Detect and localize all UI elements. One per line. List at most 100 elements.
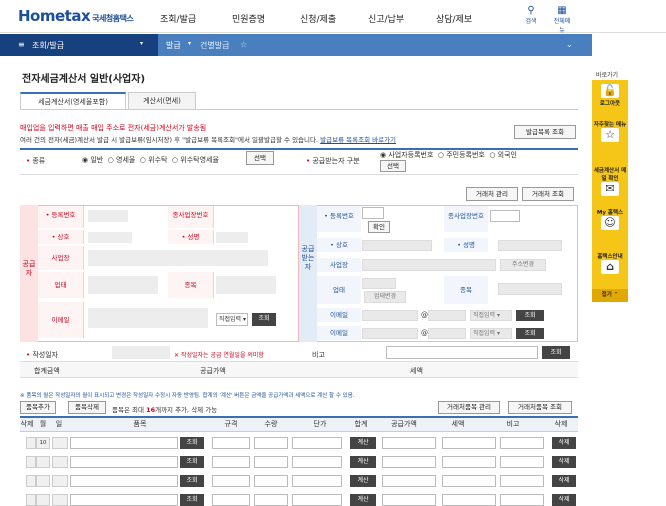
hometax-guide-button[interactable]: 홈택스안내 ⌂ <box>592 252 628 275</box>
row-spec-input[interactable] <box>212 475 250 487</box>
receiver-email1-lookup-button[interactable]: 조회 <box>516 310 544 321</box>
menu-apply-submit[interactable]: 신청/제출 <box>300 12 336 25</box>
receiver-address-input[interactable] <box>362 259 496 271</box>
receiver-email1-select[interactable]: 직접입력 ▾ <box>470 310 512 321</box>
menu-civil-certificate[interactable]: 민원증명 <box>232 12 265 25</box>
tab-invoice-exempt[interactable]: 계산서(면세) <box>128 92 196 110</box>
row-tax-input[interactable] <box>442 456 496 468</box>
row-memo-input[interactable] <box>500 475 544 487</box>
row-month[interactable] <box>36 494 50 506</box>
row-calc-button[interactable]: 계산 <box>350 437 376 449</box>
row-lookup-button[interactable]: 조회 <box>180 475 204 487</box>
receiver-ceo-input[interactable] <box>498 240 562 251</box>
partner-manage-button[interactable]: 거래처 관리 <box>466 187 518 201</box>
hometax-logo[interactable]: Hometax 국세청홈택스 <box>18 7 134 25</box>
receiver-type-change-button[interactable]: 업태변경 <box>364 291 406 303</box>
receiver-branch-input[interactable] <box>490 210 520 222</box>
row-qty-input[interactable] <box>254 494 288 506</box>
receiver-email2-domain[interactable] <box>428 328 466 339</box>
row-tax-input[interactable] <box>442 475 496 487</box>
row-month[interactable] <box>36 475 50 487</box>
kind-options[interactable]: ◉ 일반 ○ 영세율 ○ 위수탁 ○ 위수탁영세율 <box>82 155 219 165</box>
row-check[interactable] <box>26 475 36 487</box>
chevron-down-icon[interactable]: ▾ <box>140 40 143 47</box>
row-item-input[interactable] <box>70 494 178 506</box>
row-delete-button[interactable]: 삭제 <box>552 437 576 449</box>
row-check[interactable] <box>26 456 36 468</box>
tab-tax-invoice[interactable]: 세금계산서(영세율포함) <box>20 92 126 110</box>
row-lookup-button[interactable]: 조회 <box>180 494 204 506</box>
memo-lookup-button[interactable]: 조회 <box>542 346 570 359</box>
row-calc-button[interactable]: 계산 <box>350 456 376 468</box>
menu-consult-report[interactable]: 상담/제보 <box>436 12 472 25</box>
collapse-icon[interactable]: ⌄ <box>566 40 573 49</box>
chevron-down-icon[interactable]: ▾ <box>188 40 191 47</box>
row-spec-input[interactable] <box>212 456 250 468</box>
row-delete-button[interactable]: 삭제 <box>552 456 576 468</box>
receiver-email2-id[interactable] <box>362 328 418 339</box>
receiver-type-input[interactable] <box>362 278 396 289</box>
receiver-name-input[interactable] <box>362 240 432 251</box>
row-day[interactable] <box>52 437 68 449</box>
row-lookup-button[interactable]: 조회 <box>180 456 204 468</box>
row-item-input[interactable] <box>70 456 178 468</box>
row-qty-input[interactable] <box>254 437 288 449</box>
row-memo-input[interactable] <box>500 437 544 449</box>
my-hometax-button[interactable]: My 홈택스 ☺ <box>592 208 628 231</box>
favorite-menu-button[interactable]: 자주찾는 메뉴 ☆ <box>592 120 628 143</box>
row-month[interactable] <box>36 456 50 468</box>
receiver-item-input[interactable] <box>498 283 562 295</box>
receiver-select-button[interactable]: 선택 <box>380 160 406 172</box>
row-lookup-button[interactable]: 조회 <box>180 437 204 449</box>
supplier-email-lookup-button[interactable]: 조회 <box>252 313 276 326</box>
row-supply-input[interactable] <box>382 475 436 487</box>
row-calc-button[interactable]: 계산 <box>350 494 376 506</box>
row-month[interactable]: 10 <box>36 437 50 449</box>
row-tax-input[interactable] <box>442 437 496 449</box>
row-price-input[interactable] <box>292 494 342 506</box>
memo-input[interactable] <box>386 346 538 359</box>
row-supply-input[interactable] <box>382 494 436 506</box>
receiver-email2-lookup-button[interactable]: 조회 <box>516 328 544 339</box>
menu-lookup-issue[interactable]: 조회/발급 <box>160 12 196 25</box>
row-memo-input[interactable] <box>500 456 544 468</box>
kind-select-button[interactable]: 선택 <box>246 151 274 165</box>
row-item-input[interactable] <box>70 437 178 449</box>
row-spec-input[interactable] <box>212 437 250 449</box>
row-day[interactable] <box>52 494 68 506</box>
receiver-type-options[interactable]: ◉ 사업자등록번호 ○ 주민등록번호 ○ 외국인 <box>380 150 517 160</box>
sidebar-close-button[interactable]: 접기 ⌃ <box>592 289 628 302</box>
logout-button[interactable]: 🔓 로그아웃 <box>592 84 628 107</box>
receiver-address-change-button[interactable]: 주소변경 <box>500 259 546 271</box>
add-item-button[interactable]: 품목추가 <box>20 401 56 414</box>
row-price-input[interactable] <box>292 475 342 487</box>
hold-list-link[interactable]: 발급보류 목록조회 바로가기 <box>320 136 396 144</box>
row-day[interactable] <box>52 456 68 468</box>
partner-item-lookup-button[interactable]: 거래처품목 조회 <box>508 401 572 414</box>
row-memo-input[interactable] <box>500 494 544 506</box>
row-price-input[interactable] <box>292 456 342 468</box>
breadcrumb-single-issue[interactable]: 건별발급 <box>200 40 229 51</box>
issue-list-button[interactable]: 발급목록 조회 <box>514 125 576 139</box>
row-day[interactable] <box>52 475 68 487</box>
delete-item-button[interactable]: 품목삭제 <box>68 401 106 414</box>
row-price-input[interactable] <box>292 437 342 449</box>
menu-report-pay[interactable]: 신고/납부 <box>368 12 404 25</box>
row-supply-input[interactable] <box>382 456 436 468</box>
row-check[interactable] <box>26 437 36 449</box>
row-delete-button[interactable]: 삭제 <box>552 494 576 506</box>
row-check[interactable] <box>26 494 36 506</box>
row-qty-input[interactable] <box>254 456 288 468</box>
row-delete-button[interactable]: 삭제 <box>552 475 576 487</box>
receiver-email1-domain[interactable] <box>428 310 466 321</box>
receiver-regno-input[interactable] <box>362 207 384 219</box>
supplier-email-domain-select[interactable]: 직접입력 ▾ <box>216 313 248 326</box>
receiver-confirm-button[interactable]: 확인 <box>368 221 390 233</box>
partner-lookup-button[interactable]: 거래처 조회 <box>522 187 574 201</box>
tax-invoice-mail-button[interactable]: 세금계산서 메일 확인 ✉ <box>592 166 628 197</box>
row-calc-button[interactable]: 계산 <box>350 475 376 487</box>
row-tax-input[interactable] <box>442 494 496 506</box>
write-date-input[interactable] <box>112 346 170 359</box>
search-button[interactable]: ⚲ 검색 <box>520 5 542 25</box>
row-item-input[interactable] <box>70 475 178 487</box>
